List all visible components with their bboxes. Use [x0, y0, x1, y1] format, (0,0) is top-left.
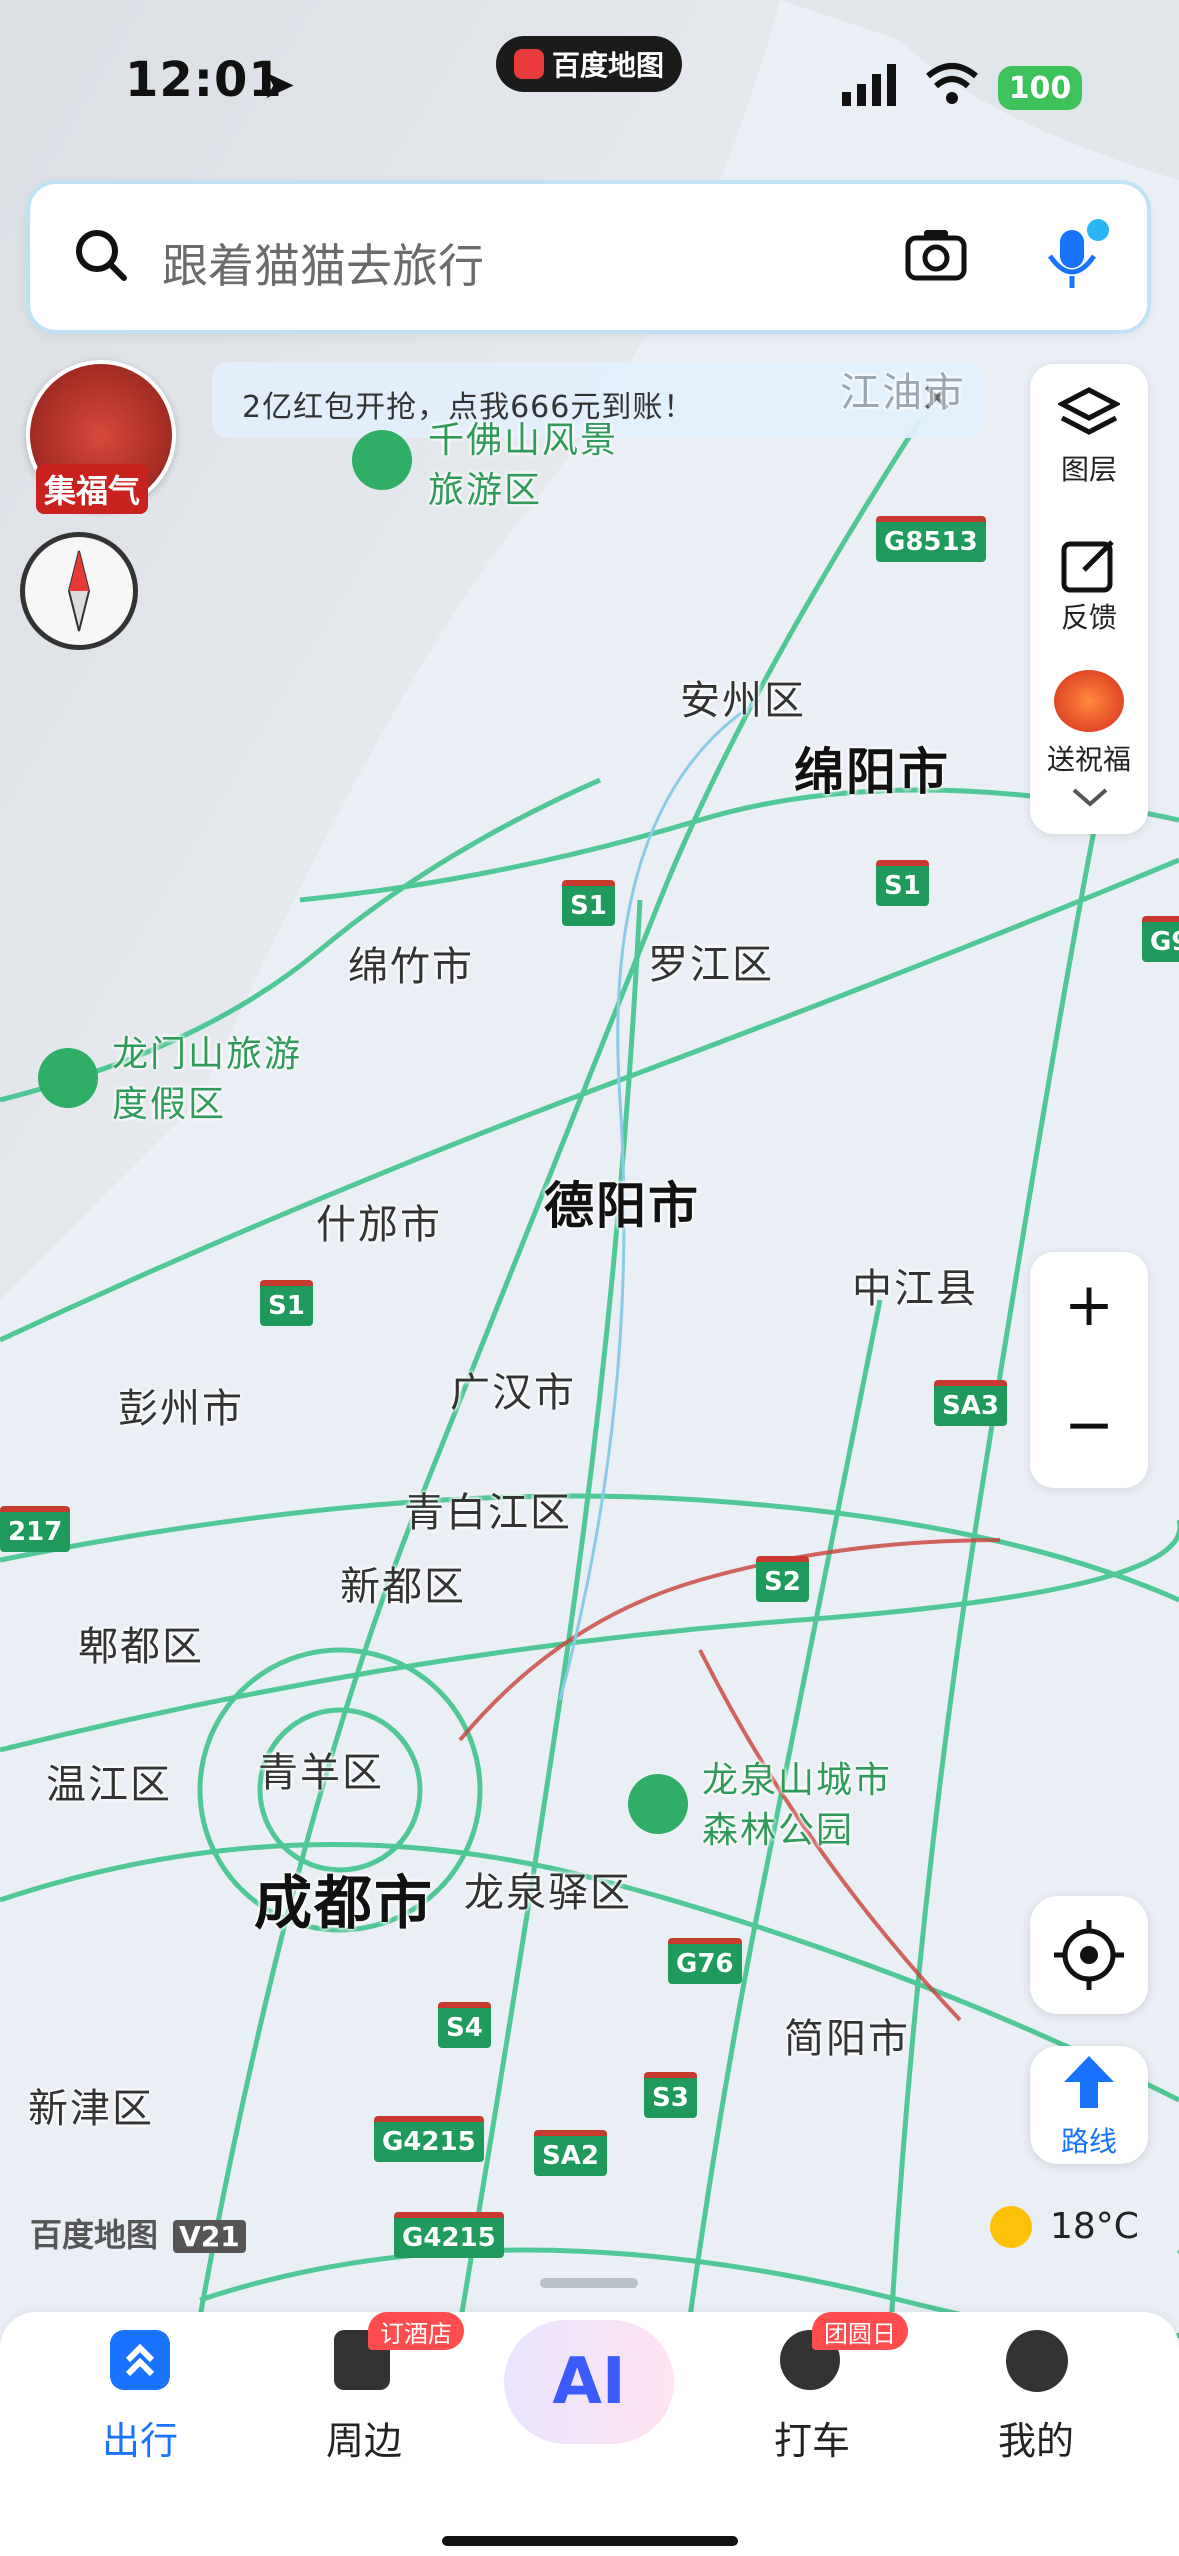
district-label: 简阳市: [784, 2016, 910, 2062]
tab-nearby[interactable]: 周边: [284, 2410, 444, 2465]
road-shield: S1: [562, 880, 615, 926]
status-time: 12:01: [125, 52, 283, 108]
blessing-label[interactable]: 送祝福: [1030, 738, 1148, 778]
tab-travel[interactable]: 出行: [60, 2410, 220, 2465]
district-label: 新都区: [340, 1564, 466, 1610]
city-label: 绵阳市: [794, 743, 950, 801]
city-label: 成都市: [254, 1869, 435, 1937]
poi-label[interactable]: 龙门山旅游 度假区: [112, 1030, 302, 1130]
road-shield: S4: [438, 2002, 491, 2048]
route-label[interactable]: 路线: [1030, 2120, 1148, 2160]
district-label: 彭州市: [118, 1386, 244, 1432]
app-pill: 百度地图: [496, 36, 682, 92]
park-poi-icon[interactable]: [628, 1774, 688, 1834]
road-shield: 217: [0, 1506, 71, 1552]
district-label: 什邡市: [316, 1202, 442, 1248]
battery-indicator: 100: [998, 66, 1082, 110]
feedback-icon[interactable]: [1060, 536, 1118, 598]
road-shield: S2: [756, 1556, 809, 1602]
tab-me[interactable]: 我的: [956, 2410, 1116, 2465]
feedback-label[interactable]: 反馈: [1030, 596, 1148, 636]
profile-icon[interactable]: [1006, 2330, 1068, 2392]
baidu-map-icon: [513, 49, 544, 79]
map-logo: 百度地图 V21: [30, 2210, 246, 2256]
locate-icon: [1054, 1920, 1124, 1990]
district-label: 青羊区: [258, 1750, 384, 1796]
district-label: 郫都区: [78, 1624, 204, 1670]
locate-button[interactable]: [1030, 1896, 1148, 2014]
search-input[interactable]: 跟着猫猫去旅行: [162, 230, 484, 296]
microphone-icon[interactable]: [1040, 216, 1110, 296]
district-label: 青白江区: [404, 1490, 572, 1536]
road-shield: S1: [260, 1280, 313, 1326]
road-shield: S1: [876, 860, 929, 906]
search-icon[interactable]: [72, 226, 130, 288]
layers-icon[interactable]: [1056, 386, 1122, 440]
district-label: 广汉市: [450, 1370, 576, 1416]
district-label: 江油市: [840, 370, 966, 416]
tab-taxi[interactable]: 打车: [732, 2410, 892, 2465]
city-label: 德阳市: [544, 1177, 700, 1235]
road-shield: G4215: [394, 2212, 504, 2258]
route-button[interactable]: 路线: [1030, 2046, 1148, 2164]
road-shield: SA3: [934, 1380, 1007, 1426]
zoom-out-button[interactable]: −: [1030, 1390, 1148, 1460]
zoom-in-button[interactable]: +: [1030, 1270, 1148, 1340]
tree-poi-icon[interactable]: [352, 430, 412, 490]
poi-label[interactable]: 龙泉山城市 森林公园: [702, 1756, 892, 1856]
taxi-badge: 团圆日: [812, 2312, 908, 2350]
drawer-handle[interactable]: [540, 2278, 638, 2288]
weather-temp[interactable]: 18°C: [1050, 2206, 1139, 2247]
travel-icon[interactable]: [110, 2330, 170, 2390]
wifi-icon: [924, 60, 980, 110]
avatar-tag[interactable]: 集福气: [36, 464, 149, 514]
district-label: 中江县: [852, 1266, 978, 1312]
cellular-icon: [842, 64, 902, 110]
tree-poi-icon[interactable]: [38, 1048, 98, 1108]
sun-icon: [990, 2206, 1032, 2248]
home-indicator: [442, 2536, 738, 2546]
nearby-badge: 订酒店: [368, 2312, 464, 2350]
district-label: 龙泉驿区: [464, 1870, 632, 1916]
road-shield: G76: [668, 1938, 742, 1984]
district-label: 绵竹市: [348, 944, 474, 990]
route-arrow-icon: [1064, 2056, 1114, 2108]
compass-icon: [67, 550, 91, 632]
blessing-icon[interactable]: [1054, 670, 1124, 732]
compass-button[interactable]: [20, 532, 138, 650]
road-shield: S3: [644, 2072, 697, 2118]
app-pill-label: 百度地图: [551, 49, 664, 82]
road-shield: G8513: [876, 516, 986, 562]
layers-label[interactable]: 图层: [1030, 448, 1148, 488]
road-shield: SA2: [534, 2130, 607, 2176]
district-label: 安州区: [680, 678, 806, 724]
road-shield: G9: [1142, 916, 1179, 962]
road-shield: G4215: [374, 2116, 484, 2162]
district-label: 罗江区: [648, 942, 774, 988]
chevron-down-icon[interactable]: [1072, 786, 1108, 812]
location-arrow-icon: ➤: [262, 62, 296, 108]
district-label: 新津区: [28, 2086, 154, 2132]
district-label: 温江区: [46, 1762, 172, 1808]
poi-label[interactable]: 千佛山风景 旅游区: [428, 416, 618, 516]
ai-button[interactable]: AI: [504, 2320, 674, 2444]
camera-icon[interactable]: [904, 226, 968, 286]
